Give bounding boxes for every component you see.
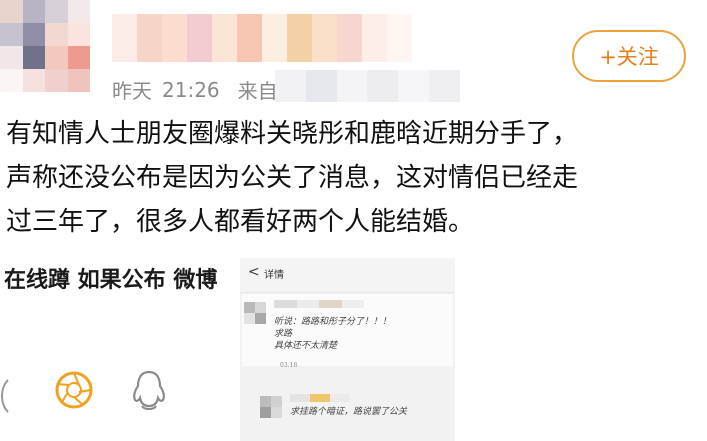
chat-header: < 详情 — [240, 258, 455, 293]
qq-penguin-icon[interactable] — [130, 370, 168, 412]
chat-message-card: 听说：路路和彤子分了！！！ 求路 具体还不太清楚 — [242, 294, 453, 366]
source-blurred — [275, 70, 460, 102]
chat-message-line: 具体还不太清楚 — [274, 341, 338, 351]
chat-comment-line: 求挂路个暗证，路说罢了公关 — [290, 407, 408, 417]
chat-comment-avatar — [260, 396, 282, 418]
avatar[interactable] — [0, 0, 90, 92]
post-body-line: 声称还没公布是因为公关了消息，这对情侣已经走 — [6, 163, 579, 193]
post-meta: 昨天 21:26 来自 — [112, 75, 278, 104]
chat-comment-name-blurred — [290, 394, 350, 402]
back-arrow-icon: < — [248, 264, 260, 280]
chat-title: 详情 — [264, 270, 284, 281]
post-body-line: 过三年了，很多人都看好两个人能结婚。 — [6, 207, 475, 237]
camera-aperture-icon[interactable] — [54, 370, 94, 410]
partial-icon[interactable] — [0, 378, 14, 414]
follow-button[interactable]: +关注 — [572, 30, 686, 82]
post-time: 21:26 — [162, 77, 220, 102]
chat-date: 03.18 — [280, 362, 298, 369]
username-blurred[interactable] — [112, 14, 412, 62]
post-day: 昨天 — [112, 79, 152, 103]
chat-avatar — [244, 302, 266, 324]
post-source-label: 来自 — [237, 79, 278, 103]
post-body: 有知情人士朋友圈爆料关晓彤和鹿晗近期分手了， 声称还没公布是因为公关了消息，这对… — [6, 112, 706, 244]
post-body-line: 有知情人士朋友圈爆料关晓彤和鹿晗近期分手了， — [6, 119, 579, 149]
topic-line[interactable]: 在线蹲 如果公布 微博 — [4, 262, 232, 294]
chat-name-blurred — [274, 300, 364, 308]
chat-screenshot-image[interactable]: < 详情 听说：路路和彤子分了！！！ 求路 具体还不太清楚 03.18 求挂路个… — [240, 258, 455, 441]
